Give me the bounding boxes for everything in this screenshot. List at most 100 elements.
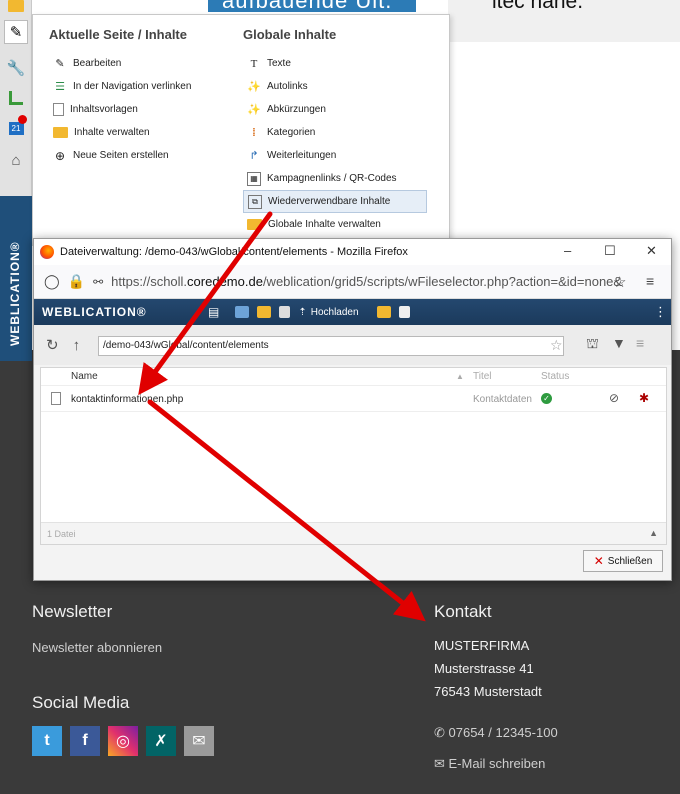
lock-icon: 🔒 xyxy=(67,273,86,289)
maximize-icon[interactable]: ☐ xyxy=(604,243,616,259)
new-folder-button[interactable] xyxy=(376,306,391,318)
scroll-up-icon[interactable]: ▲ xyxy=(649,528,658,538)
permissions-icon: ⚯ xyxy=(93,274,104,289)
menu-item-redirects[interactable]: ↱ Weiterleitungen xyxy=(243,144,427,167)
menu-item-edit[interactable]: ✎ Bearbeiten xyxy=(49,52,229,75)
home-icon[interactable]: ⌂ xyxy=(4,148,28,172)
menu-column-global-content: Globale Inhalte T Texte ✨ Autolinks ✨ Abkür… xyxy=(243,27,427,236)
bug-icon[interactable]: ✱ xyxy=(639,391,649,405)
phone-number: 07654 / 12345-100 xyxy=(448,725,558,740)
menu-item-reusable-content[interactable]: ⧉ Wiederverwendbare Inhalte xyxy=(243,190,427,213)
menu-item-label: Neue Seiten erstellen xyxy=(73,150,169,161)
menu-item-label: Kampagnenlinks / QR-Codes xyxy=(267,173,397,184)
menu-item-autolinks[interactable]: ✨ Autolinks xyxy=(243,75,427,98)
instagram-icon[interactable]: ◎ xyxy=(108,726,138,756)
sort-asc-icon: ▲ xyxy=(456,372,464,381)
new-file-button[interactable] xyxy=(398,306,410,318)
file-list: Name ▲ Titel Status kontaktinformationen… xyxy=(40,367,667,545)
hero-banner: aufbauende Ult. xyxy=(208,0,416,12)
file-list-footer: 1 Datei ▲ xyxy=(41,522,666,544)
file-gear-button[interactable] xyxy=(279,306,291,318)
redirect-arrow-icon: ↱ xyxy=(249,150,259,162)
phone-icon: ✆ xyxy=(434,725,449,740)
cms-toolbar: ✎ 🔧 21 ⌂ xyxy=(0,0,32,196)
xing-icon[interactable]: ✗ xyxy=(146,726,176,756)
structure-icon[interactable] xyxy=(4,86,28,110)
menu-item-texts[interactable]: T Texte xyxy=(243,52,427,75)
social-icons: t f ◎ ✗ ✉ xyxy=(32,726,222,756)
email-link[interactable]: ✉ E-Mail schreiben xyxy=(434,756,545,772)
menu-item-manage-global[interactable]: Globale Inhalte verwalten xyxy=(243,213,427,236)
file-list-header: Name ▲ Titel Status xyxy=(41,368,666,386)
url-domain: coredemo.de xyxy=(187,274,263,289)
file-manager-window: Dateiverwaltung: /demo-043/wGlobal/conte… xyxy=(33,238,672,581)
menu-item-new-pages[interactable]: ⊕ Neue Seiten erstellen xyxy=(49,144,229,167)
menu-item-label: Texte xyxy=(267,58,291,69)
settings-folder-button[interactable] xyxy=(235,306,250,318)
menu-item-label: Kategorien xyxy=(267,127,316,138)
menu-item-abbreviations[interactable]: ✨ Abkürzungen xyxy=(243,98,427,121)
pencil-icon: ✎ xyxy=(55,58,65,70)
list-view-icon[interactable]: ▤ xyxy=(208,305,219,319)
menu-heading-global-content: Globale Inhalte xyxy=(243,27,337,42)
menu-item-link-navigation[interactable]: ☰ In der Navigation verlinken xyxy=(49,75,229,98)
filter-icon[interactable]: ▼ xyxy=(612,335,626,351)
bookmark-star-icon[interactable]: ☆ xyxy=(613,273,626,291)
column-name[interactable]: Name xyxy=(71,371,98,382)
binoculars-icon[interactable]: ⛫ xyxy=(586,335,599,354)
hero-text: ltec nane. xyxy=(492,0,584,13)
settings-folder-yellow-button[interactable] xyxy=(257,306,272,318)
app-logo: WEBLICATION® xyxy=(42,305,147,319)
settings-folder-icon xyxy=(235,306,250,318)
social-heading: Social Media xyxy=(32,693,130,712)
path-toolbar: ↻ ↑ /demo-043/wGlobal/content/elements ☆… xyxy=(34,325,671,365)
menu-item-categories[interactable]: ⁞ Kategorien xyxy=(243,121,427,144)
close-button[interactable]: ✕ Schließen xyxy=(583,550,663,572)
column-status[interactable]: Status xyxy=(541,371,569,382)
menu-item-templates[interactable]: Inhaltsvorlagen xyxy=(49,98,229,121)
file-gear-icon xyxy=(279,306,291,318)
company-name: MUSTERFIRMA xyxy=(434,638,530,653)
newsletter-link[interactable]: Newsletter abonnieren xyxy=(32,640,162,655)
email-icon[interactable]: ✉ xyxy=(184,726,214,756)
close-window-icon[interactable]: ✕ xyxy=(646,243,657,259)
favorite-star-icon[interactable]: ☆ xyxy=(550,337,563,354)
folder-icon[interactable] xyxy=(4,0,28,18)
minimize-icon[interactable]: – xyxy=(564,243,571,258)
close-x-icon: ✕ xyxy=(593,554,604,568)
folder-icon xyxy=(53,127,68,138)
menu-item-label: Wiederverwendbare Inhalte xyxy=(268,196,391,207)
edit-icon[interactable]: ✎ xyxy=(4,20,28,44)
page-icon xyxy=(53,103,64,116)
column-title[interactable]: Titel xyxy=(473,371,492,382)
menu-icon[interactable]: ≡ xyxy=(646,273,654,289)
navigation-tree-icon: ☰ xyxy=(55,81,65,93)
path-input[interactable]: /demo-043/wGlobal/content/elements xyxy=(98,336,564,356)
twitter-icon[interactable]: t xyxy=(32,726,62,756)
email-label: E-Mail schreiben xyxy=(448,756,546,771)
upload-icon: ⇡ xyxy=(298,306,307,318)
wrench-icon[interactable]: 🔧 xyxy=(4,56,28,80)
menu-item-label: Inhaltsvorlagen xyxy=(70,104,138,115)
cms-brand-logo: WEBLICATION® xyxy=(8,241,22,346)
menu-item-manage-content[interactable]: Inhalte verwalten xyxy=(49,121,229,144)
table-row[interactable]: kontaktinformationen.php Kontaktdaten ✓ … xyxy=(41,386,666,412)
more-options-icon[interactable]: ⋮ xyxy=(654,304,667,320)
view-list-icon[interactable]: ≡ xyxy=(636,335,644,351)
file-count: 1 Datei xyxy=(47,529,76,539)
phone-link[interactable]: ✆ 07654 / 12345-100 xyxy=(434,725,558,741)
menu-item-label: Autolinks xyxy=(267,81,308,92)
up-arrow-icon[interactable]: ↑ xyxy=(73,337,81,354)
upload-label: Hochladen xyxy=(310,306,359,318)
upload-button[interactable]: ⇡ Hochladen xyxy=(298,307,358,318)
firefox-logo-icon xyxy=(40,245,54,259)
menu-item-label: Inhalte verwalten xyxy=(74,127,150,138)
new-file-icon xyxy=(398,306,410,318)
text-icon: T xyxy=(250,57,258,70)
link-icon[interactable]: ⊘ xyxy=(609,391,619,405)
newsletter-heading: Newsletter xyxy=(32,602,113,621)
address-bar[interactable]: ◯ 🔒 ⚯ https://scholl.coredemo.de/weblica… xyxy=(34,265,671,299)
refresh-icon[interactable]: ↻ xyxy=(46,336,59,354)
facebook-icon[interactable]: f xyxy=(70,726,100,756)
menu-item-campaign-links[interactable]: ▦ Kampagnenlinks / QR-Codes xyxy=(243,167,427,190)
